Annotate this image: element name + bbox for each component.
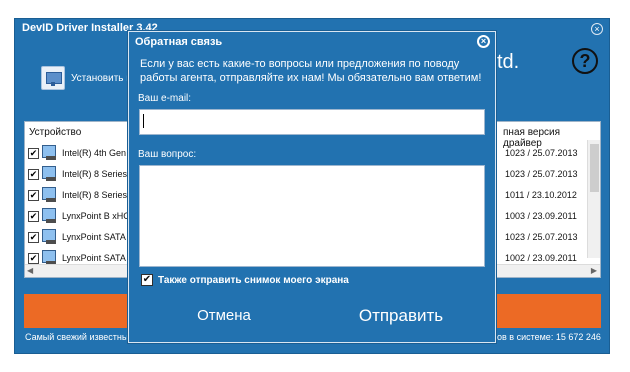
device-icon — [41, 229, 59, 245]
row-device: LynxPoint SATA C — [62, 253, 132, 263]
device-icon — [41, 187, 59, 203]
cancel-button[interactable]: Отмена — [177, 302, 271, 330]
row-device: LynxPoint SATA C — [62, 232, 132, 242]
dialog-message: Если у вас есть какие-то вопросы или пре… — [140, 58, 482, 84]
question-label: Ваш вопрос: — [138, 149, 197, 160]
install-label: Установить в — [71, 72, 131, 84]
row-checkbox[interactable]: ✔ — [28, 210, 39, 222]
column-header-device[interactable]: Устройство — [29, 127, 81, 138]
device-icon — [41, 208, 59, 224]
close-icon[interactable]: × — [591, 23, 603, 35]
row-version: 1023 / 25.07.2013 — [505, 148, 578, 158]
table-row[interactable]: ✔ Intel(R) 8 Series/ — [28, 185, 138, 205]
row-checkbox[interactable]: ✔ — [28, 252, 39, 264]
install-button[interactable]: Установить в — [41, 66, 131, 90]
row-version: 1011 / 23.10.2012 — [505, 190, 577, 200]
scroll-thumb[interactable] — [590, 144, 599, 192]
email-label: Ваш e-mail: — [138, 93, 192, 104]
row-checkbox[interactable]: ✔ — [28, 231, 39, 243]
vertical-scrollbar[interactable] — [587, 140, 600, 258]
footer-status-right: ов в системе: 15 672 246 — [497, 332, 601, 342]
question-field[interactable] — [139, 165, 485, 267]
close-icon[interactable]: × — [477, 35, 490, 48]
feedback-dialog: Обратная связь × Если у вас есть какие-т… — [128, 31, 496, 343]
brand-text: td. — [497, 51, 520, 73]
screenshot-checkbox-label[interactable]: Также отправить снимок моего экрана — [158, 275, 349, 286]
install-icon — [41, 66, 65, 90]
row-version: 1023 / 25.07.2013 — [505, 232, 578, 242]
row-device: LynxPoint B xHCI — [62, 211, 132, 221]
column-header-version[interactable]: пная версия драйвер — [503, 127, 600, 149]
row-device: Intel(R) 8 Series/ — [62, 169, 130, 179]
screenshot-checkbox[interactable]: ✔ — [141, 274, 153, 286]
row-version: 1002 / 23.09.2011 — [505, 253, 577, 263]
row-checkbox[interactable]: ✔ — [28, 168, 39, 180]
scroll-left-icon[interactable]: ◀ — [27, 266, 33, 275]
text-caret — [143, 114, 144, 128]
help-icon[interactable]: ? — [572, 48, 598, 74]
row-device: Intel(R) 8 Series/ — [62, 190, 130, 200]
email-field[interactable] — [139, 109, 485, 135]
footer-status-left: Самый свежий известны — [25, 332, 129, 342]
device-icon — [41, 145, 59, 161]
table-row[interactable]: ✔ Intel(R) 4th Gen C — [28, 143, 138, 163]
send-button[interactable]: Отправить — [343, 302, 459, 330]
row-version: 1023 / 25.07.2013 — [505, 169, 578, 179]
device-icon — [41, 166, 59, 182]
table-row[interactable]: ✔ LynxPoint SATA C — [28, 227, 138, 247]
row-checkbox[interactable]: ✔ — [28, 189, 39, 201]
table-row[interactable]: ✔ LynxPoint B xHCI — [28, 206, 138, 226]
screenshot-option[interactable]: ✔ Также отправить снимок моего экрана — [141, 274, 349, 286]
row-checkbox[interactable]: ✔ — [28, 147, 39, 159]
scroll-right-icon[interactable]: ▶ — [591, 266, 597, 275]
dialog-title: Обратная связь — [135, 36, 223, 48]
table-row[interactable]: ✔ Intel(R) 8 Series/ — [28, 164, 138, 184]
row-version: 1003 / 23.09.2011 — [505, 211, 577, 221]
row-device: Intel(R) 4th Gen C — [62, 148, 132, 158]
